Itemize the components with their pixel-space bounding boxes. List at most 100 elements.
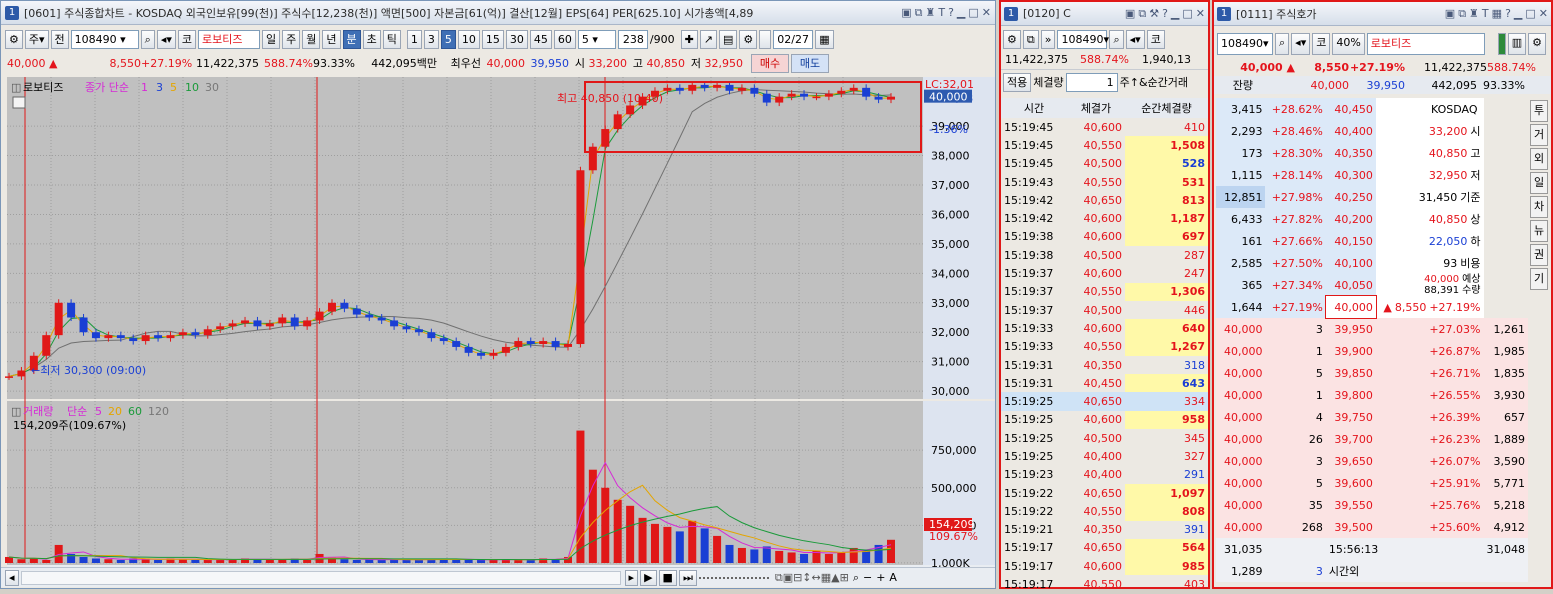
interval-tab-15[interactable]: 15: [481, 30, 504, 49]
search-icon[interactable]: ⌕: [1275, 33, 1290, 55]
interval-tab-5[interactable]: 5: [440, 30, 456, 49]
bid-row[interactable]: 40,000 35 39,550 +25.76% 5,218: [1216, 494, 1528, 516]
search-icon[interactable]: ⌕: [1109, 29, 1124, 49]
minimize-icon[interactable]: ▁: [1171, 7, 1179, 21]
close-icon[interactable]: ✕: [1196, 7, 1205, 21]
settings-icon[interactable]: ⚙: [1528, 33, 1546, 55]
panel-toggle-icon[interactable]: [1497, 33, 1506, 55]
tick-row[interactable]: 15:19:37 40,550 1,306: [1001, 282, 1208, 301]
help-icon[interactable]: ?: [1505, 7, 1511, 21]
tool-icons[interactable]: ⧉▣⊟↕↔▦▲⊞: [775, 571, 849, 585]
bid-row[interactable]: 40,000 268 39,500 +25.60% 4,912: [1216, 516, 1528, 538]
tick-row[interactable]: 15:19:31 40,450 643: [1001, 374, 1208, 393]
config-icon[interactable]: ⚙: [739, 30, 758, 49]
market-ko-button[interactable]: 코: [1312, 33, 1331, 55]
window-link-icon[interactable]: ▣: [1445, 7, 1455, 21]
interval-tab-3[interactable]: 3: [423, 30, 439, 49]
play-icon[interactable]: ▶: [640, 569, 657, 586]
interval-tab-1[interactable]: 1: [406, 30, 422, 49]
side-tab-4[interactable]: 차: [1530, 196, 1548, 218]
help-icon[interactable]: ?: [1162, 7, 1168, 21]
draw-tool-icon[interactable]: ↗: [699, 30, 718, 49]
layout-icon[interactable]: ▥: [1507, 33, 1527, 55]
settings-icon[interactable]: ⚙: [1003, 29, 1021, 49]
side-tab-0[interactable]: 투: [1530, 100, 1548, 122]
close-icon[interactable]: ✕: [1539, 7, 1548, 21]
date-checkbox[interactable]: [759, 30, 772, 49]
ask-row[interactable]: 1,115 +28.14% 40,300 32,950 저: [1216, 164, 1528, 186]
tick-row[interactable]: 15:19:43 40,550 531: [1001, 172, 1208, 192]
jeon-button[interactable]: 전: [50, 30, 69, 49]
maximize-icon[interactable]: □: [968, 6, 978, 20]
ask-row[interactable]: 2,293 +28.46% 40,400 33,200 시: [1216, 120, 1528, 142]
tick-row[interactable]: 15:19:22 40,550 808: [1001, 502, 1208, 521]
period-tab-6[interactable]: 틱: [382, 30, 401, 49]
ask-row[interactable]: 6,433 +27.82% 40,200 40,850 상: [1216, 208, 1528, 230]
tick-row[interactable]: 15:19:42 40,600 1,187: [1001, 209, 1208, 228]
help-icon[interactable]: ?: [948, 6, 954, 20]
period-tab-4[interactable]: 분: [342, 30, 361, 49]
speaker-icon[interactable]: ◂▾: [156, 30, 176, 49]
zoom-icon[interactable]: ⌕: [853, 571, 859, 585]
tick-row[interactable]: 15:19:21 40,350 391: [1001, 521, 1208, 539]
tool-icon[interactable]: ⚒: [1149, 7, 1159, 21]
side-tab-1[interactable]: 거: [1530, 124, 1548, 146]
bid-row[interactable]: 40,000 5 39,850 +26.71% 1,835: [1216, 362, 1528, 384]
bid-row[interactable]: 40,000 26 39,700 +26.23% 1,889: [1216, 428, 1528, 450]
period-tab-0[interactable]: 일: [262, 30, 281, 49]
window-link-icon[interactable]: ▣: [901, 6, 911, 20]
tick-code-input[interactable]: 108490▾: [1057, 29, 1109, 49]
tick-row[interactable]: 15:19:25 40,650 334: [1001, 392, 1208, 411]
copy-icon[interactable]: ⧉: [1022, 29, 1039, 49]
grid-icon[interactable]: ▦: [1492, 7, 1502, 21]
pin-icon[interactable]: ♜: [925, 6, 935, 20]
tick-row[interactable]: 15:19:22 40,650 1,097: [1001, 483, 1208, 503]
zoom-slider[interactable]: [698, 576, 769, 579]
bid-row[interactable]: 40,000 5 39,600 +25.91% 5,771: [1216, 472, 1528, 494]
tick-row[interactable]: 15:19:25 40,600 958: [1001, 410, 1208, 430]
tick-row[interactable]: 15:19:38 40,600 697: [1001, 227, 1208, 247]
period-tab-5[interactable]: 초: [362, 30, 381, 49]
tick-row[interactable]: 15:19:25 40,500 345: [1001, 429, 1208, 447]
col-time[interactable]: 시간: [1001, 98, 1067, 118]
market-ko-button[interactable]: 코: [177, 30, 196, 49]
crosshair-icon[interactable]: ✚: [680, 30, 698, 49]
bid-row[interactable]: 40,000 3 39,650 +26.07% 3,590: [1216, 450, 1528, 472]
tick-row[interactable]: 15:19:33 40,550 1,267: [1001, 337, 1208, 356]
ob-stock-name[interactable]: 로보티즈: [1366, 33, 1485, 55]
tick-row[interactable]: 15:19:42 40,650 813: [1001, 191, 1208, 210]
bid-row[interactable]: 40,000 4 39,750 +26.39% 657: [1216, 406, 1528, 428]
mode-select[interactable]: 주▾: [24, 30, 49, 49]
tick-row[interactable]: 15:19:45 40,550 1,508: [1001, 136, 1208, 155]
apply-button[interactable]: 적용: [1003, 72, 1032, 92]
close-icon[interactable]: ✕: [982, 6, 991, 20]
ask-row[interactable]: 161 +27.66% 40,150 22,050 하: [1216, 230, 1528, 252]
col-price[interactable]: 체결가: [1067, 98, 1125, 118]
search-icon[interactable]: ⌕: [140, 30, 155, 49]
window-copy-icon[interactable]: ⧉: [915, 6, 923, 20]
tick-row[interactable]: 15:19:25 40,400 327: [1001, 447, 1208, 465]
stop-icon[interactable]: ■: [658, 569, 677, 586]
market-ko-button[interactable]: 코: [1146, 29, 1165, 49]
font-icon[interactable]: T: [938, 6, 945, 20]
bid-row[interactable]: 40,000 3 39,950 +27.03% 1,261: [1216, 318, 1528, 340]
pct-button[interactable]: 40%: [1332, 33, 1365, 55]
text-tool-icon[interactable]: A: [889, 571, 897, 584]
tick-row[interactable]: 15:19:45 40,500 528: [1001, 154, 1208, 173]
side-tab-6[interactable]: 권: [1530, 244, 1548, 266]
tick-row[interactable]: 15:19:45 40,600 410: [1001, 118, 1208, 136]
tick-row[interactable]: 15:19:37 40,600 247: [1001, 264, 1208, 282]
side-tab-3[interactable]: 일: [1530, 172, 1548, 194]
minimize-icon[interactable]: ▁: [957, 6, 965, 20]
minimize-icon[interactable]: ▁: [1514, 7, 1522, 21]
chart-settings-icon[interactable]: ⚙: [5, 30, 23, 49]
pin-icon[interactable]: ♜: [1469, 7, 1479, 21]
tick-row[interactable]: 15:19:17 40,550 403: [1001, 575, 1208, 593]
tick-row[interactable]: 15:19:17 40,600 985: [1001, 557, 1208, 576]
ask-row[interactable]: 173 +28.30% 40,350 40,850 고: [1216, 142, 1528, 164]
tick-row[interactable]: 15:19:17 40,650 564: [1001, 538, 1208, 558]
count-input[interactable]: 238: [617, 30, 648, 49]
buy-button[interactable]: 매수: [751, 53, 789, 73]
interval-tab-60[interactable]: 60: [553, 30, 576, 49]
stock-name-field[interactable]: 로보티즈: [198, 30, 260, 49]
